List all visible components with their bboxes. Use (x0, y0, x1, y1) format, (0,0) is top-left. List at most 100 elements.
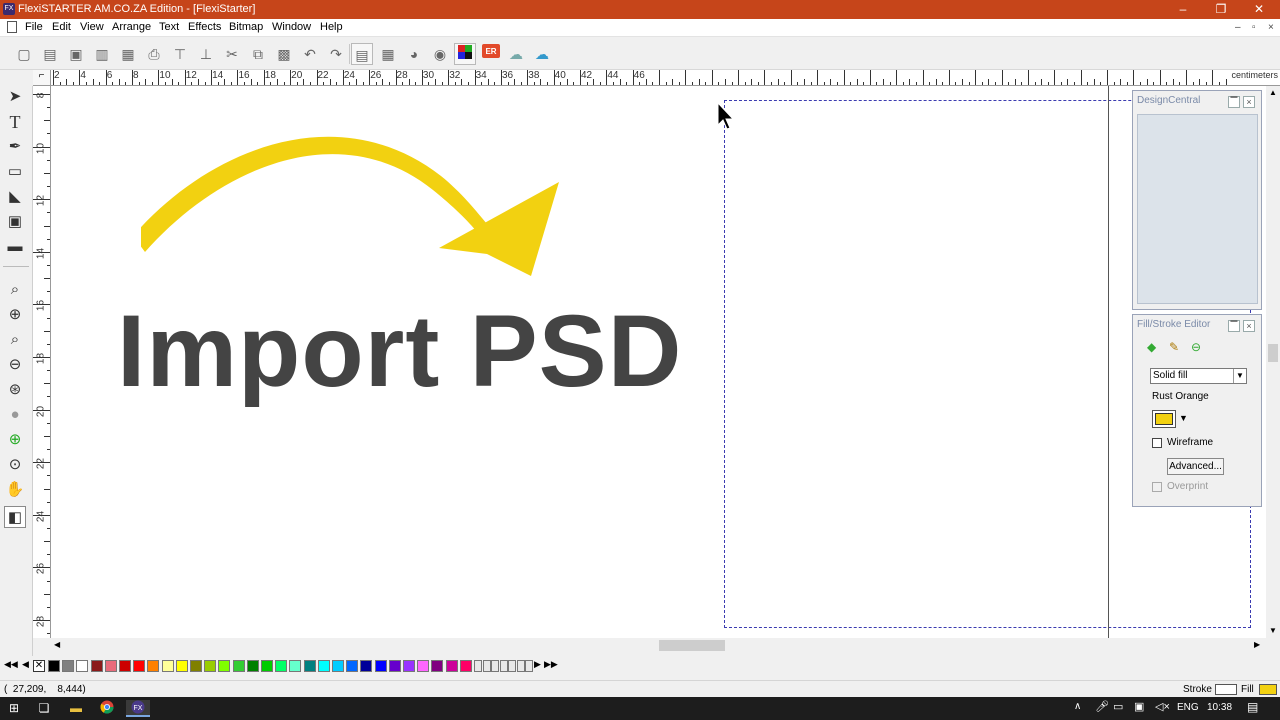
clock[interactable]: 10:38 (1207, 702, 1232, 713)
color-swatch[interactable] (431, 660, 444, 672)
ruler-origin-icon[interactable]: ⌐ (33, 70, 51, 86)
fill-indicator[interactable] (1259, 684, 1277, 695)
scroll-down-icon[interactable]: ▼ (1269, 626, 1277, 635)
close-button[interactable]: ✕ (1240, 0, 1278, 19)
color-swatch[interactable] (261, 660, 273, 672)
save-icon[interactable]: ▣ (65, 43, 87, 65)
vertical-guide[interactable] (1108, 86, 1109, 638)
color-swatch[interactable] (104, 660, 117, 672)
text-tool-icon[interactable]: T (4, 111, 26, 133)
color-swatch[interactable] (303, 660, 316, 672)
color-swatch[interactable] (133, 660, 146, 672)
print-setup-icon[interactable]: ▥ (91, 43, 113, 65)
menu-file[interactable]: File (25, 21, 43, 33)
vertical-scrollbar[interactable]: ▲ ▼ (1266, 86, 1280, 638)
empty-swatch[interactable] (516, 660, 525, 672)
scroll-up-icon[interactable]: ▲ (1269, 88, 1277, 97)
overprint-checkbox[interactable] (1152, 482, 1162, 492)
menu-arrange[interactable]: Arrange (112, 21, 151, 33)
show-hidden-icon[interactable]: ∧ (1074, 701, 1081, 712)
pan-tool-icon[interactable]: ✋ (4, 479, 26, 501)
fill-type-select[interactable]: Solid fill ▼ (1150, 368, 1247, 384)
menu-effects[interactable]: Effects (188, 21, 221, 33)
zoom-out-icon[interactable]: ⊖ (4, 354, 26, 376)
zoom-actual-icon[interactable]: ⊙ (4, 454, 26, 476)
swatch-icon[interactable] (454, 43, 476, 65)
doc-close-icon[interactable]: × (1268, 22, 1274, 33)
color-swatch[interactable] (403, 660, 415, 672)
redo-icon[interactable]: ↷ (325, 43, 347, 65)
measure-tool-icon[interactable]: ▬ (4, 236, 26, 258)
color-swatch[interactable] (119, 660, 131, 672)
eyedropper-tool-icon[interactable]: ◧ (4, 506, 26, 528)
empty-swatch[interactable] (474, 660, 482, 672)
print-icon[interactable]: ⎙ (143, 43, 165, 65)
scroll-right-icon[interactable]: ▶ (1254, 640, 1260, 649)
transform-tool-icon[interactable]: ▣ (4, 211, 26, 233)
stroke-indicator[interactable] (1215, 684, 1237, 695)
document-icon[interactable] (7, 21, 17, 33)
color-icon[interactable]: ◕ (403, 43, 425, 65)
color-swatch[interactable] (218, 660, 231, 672)
new-icon[interactable]: ▢ (13, 43, 35, 65)
color-swatch[interactable] (232, 660, 245, 672)
scroll-left-icon[interactable]: ◀ (54, 640, 60, 649)
zoom-selection-icon[interactable]: ● (4, 404, 26, 426)
chrome-icon[interactable] (98, 700, 116, 717)
microphone-icon[interactable]: 🎤︎ (1095, 700, 1109, 713)
color-match-icon[interactable]: ◉ (429, 43, 451, 65)
doc-restore-icon[interactable]: ▫ (1252, 22, 1256, 33)
color-swatch[interactable] (246, 660, 259, 672)
stroke-tab-icon[interactable]: ✎ (1169, 340, 1179, 354)
color-swatch[interactable] (289, 660, 302, 672)
undo-icon[interactable]: ↶ (299, 43, 321, 65)
vertical-ruler[interactable]: 8 10 12 14 16 18 20 22 24 26 28 (33, 86, 51, 638)
zoom-tool-icon[interactable]: ⌕ (4, 279, 26, 301)
no-color-swatch[interactable]: ✕ (33, 660, 45, 672)
color-swatch[interactable] (204, 660, 217, 672)
camera-icon[interactable]: ▭ (1113, 700, 1123, 713)
menu-bitmap[interactable]: Bitmap (229, 21, 263, 33)
minimize-button[interactable]: – (1164, 0, 1202, 19)
fill-tool-icon[interactable]: ◣ (4, 186, 26, 208)
color-swatch[interactable] (147, 660, 160, 672)
empty-swatch[interactable] (491, 660, 499, 672)
task-view-icon[interactable]: ❏ (35, 700, 53, 717)
cloud-upload-icon[interactable]: ☁ (531, 43, 553, 65)
maximize-button[interactable]: ❐ (1202, 0, 1240, 19)
vertical-scroll-thumb[interactable] (1268, 344, 1278, 362)
send-icon[interactable]: ⊥ (195, 43, 217, 65)
zoom-in-icon[interactable]: ⊕ (4, 304, 26, 326)
wireframe-checkbox[interactable] (1152, 438, 1162, 448)
pen-tool-icon[interactable]: ✒ (4, 136, 26, 158)
color-swatch[interactable] (190, 660, 202, 672)
volume-icon[interactable]: ◁× (1155, 700, 1170, 713)
color-swatch[interactable] (317, 660, 330, 672)
color-swatch[interactable] (76, 660, 89, 672)
color-swatch[interactable] (62, 660, 75, 672)
advanced-button[interactable]: Advanced... (1167, 458, 1224, 475)
empty-swatch[interactable] (508, 660, 516, 672)
color-swatch[interactable] (332, 660, 344, 672)
rectangle-tool-icon[interactable]: ▭ (4, 161, 26, 183)
network-icon[interactable]: ▣ (1134, 700, 1144, 713)
open-icon[interactable]: ▤ (39, 43, 61, 65)
palette-first-icon[interactable]: ◀◀ (4, 659, 18, 670)
drawing-canvas[interactable]: Import PSD DesignCentral ▔ × Fill/Stroke… (51, 86, 1266, 638)
color-swatch[interactable] (175, 660, 188, 672)
palette-last-icon[interactable]: ▶▶ (544, 659, 558, 670)
color-swatch[interactable] (161, 660, 174, 672)
menu-text[interactable]: Text (159, 21, 179, 33)
fill-tab-icon[interactable]: ◆ (1147, 340, 1156, 354)
output-icon[interactable]: ⊤ (169, 43, 191, 65)
menu-view[interactable]: View (80, 21, 104, 33)
zoom-fit-icon[interactable]: ⊕ (4, 429, 26, 451)
empty-swatch[interactable] (499, 660, 508, 672)
flexi-taskbar-icon[interactable]: FX (126, 700, 150, 717)
color-swatch[interactable] (90, 660, 103, 672)
color-swatch[interactable] (459, 660, 472, 672)
empty-swatch[interactable] (525, 660, 533, 672)
file-explorer-icon[interactable]: ▬ (67, 700, 85, 717)
copy-icon[interactable]: ⧉ (247, 43, 269, 65)
fill-swatch-button[interactable] (1152, 410, 1176, 428)
